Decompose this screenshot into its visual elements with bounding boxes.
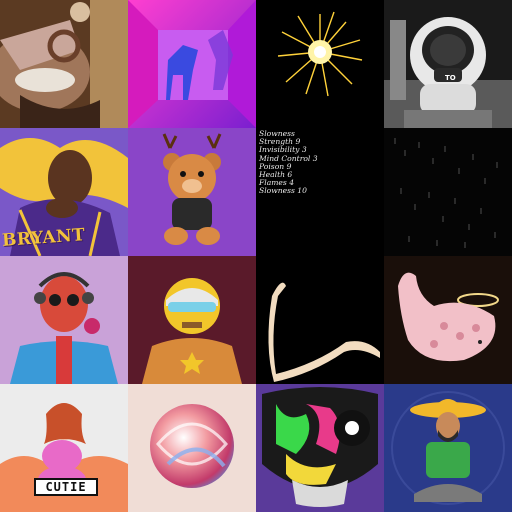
tile-dark-pattern[interactable]	[384, 128, 512, 256]
cutie-label: CUTIE	[34, 478, 98, 496]
tile-brush-stroke[interactable]	[256, 256, 384, 384]
golden-burst-icon	[256, 0, 384, 128]
astronaut-icon	[384, 0, 512, 128]
tile-graffiti-skull[interactable]	[256, 384, 384, 512]
tile-red-skull[interactable]	[0, 256, 128, 384]
attribute-list: Slowness Strength 9 Invisibility 3 Mind …	[259, 129, 318, 196]
tile-neon-horse[interactable]	[128, 0, 256, 128]
tile-abstract-swirl[interactable]	[128, 384, 256, 512]
tile-angel-whale[interactable]	[384, 256, 512, 384]
attribute-item: Slowness 10	[259, 186, 307, 196]
brush-stroke-icon	[256, 256, 384, 384]
sombrero-man-icon	[384, 384, 512, 512]
mechanical-bird-icon	[0, 0, 128, 128]
neon-horse-icon	[128, 0, 256, 128]
dark-pattern-icon	[384, 128, 512, 256]
graffiti-skull-icon	[256, 384, 384, 512]
robot-icon	[128, 256, 256, 384]
tile-astronaut[interactable]	[384, 0, 512, 128]
red-skull-icon	[0, 256, 128, 384]
abstract-swirl-icon	[128, 384, 256, 512]
nft-gallery-grid: Slowness Strength 9 Invisibility 3 Mind …	[0, 0, 512, 512]
tile-teddy-bear[interactable]	[128, 128, 256, 256]
teddy-bear-icon	[128, 128, 256, 256]
tile-attribute-list[interactable]: Slowness Strength 9 Invisibility 3 Mind …	[256, 128, 384, 256]
tile-golden-burst[interactable]	[256, 0, 384, 128]
tile-sombrero-man[interactable]	[384, 384, 512, 512]
angel-whale-icon	[384, 256, 512, 384]
tile-robot[interactable]	[128, 256, 256, 384]
tile-mechanical-bird[interactable]	[0, 0, 128, 128]
astronaut-helmet-label: TO	[445, 74, 456, 82]
